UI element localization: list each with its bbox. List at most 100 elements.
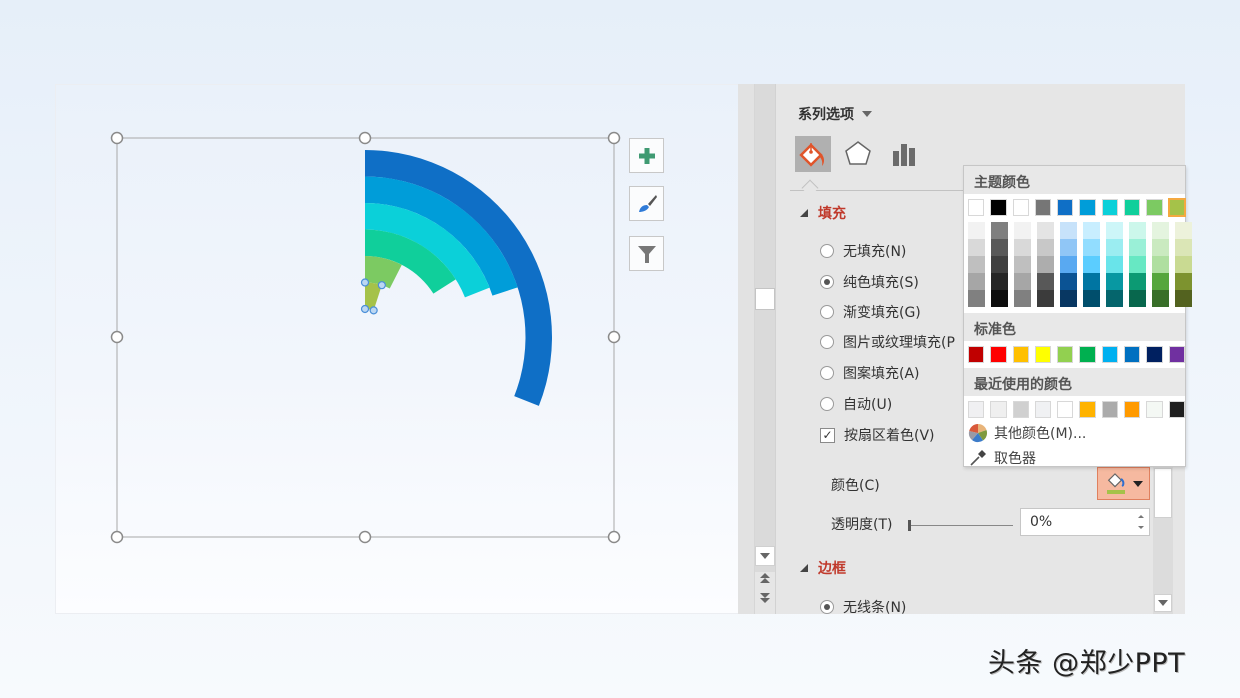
radio-button[interactable] [820, 244, 834, 258]
tint-swatch[interactable] [968, 256, 985, 273]
tint-swatch[interactable] [1037, 290, 1054, 307]
standard-color-swatch[interactable] [1057, 346, 1074, 363]
tint-swatch[interactable] [991, 222, 1008, 239]
tint-swatch[interactable] [1014, 239, 1031, 256]
checkbox-vary-by-slice[interactable]: ✓ 按扇区着色(V) [820, 425, 935, 445]
theme-color-swatch[interactable] [968, 199, 985, 216]
resize-handle[interactable] [110, 530, 124, 544]
tint-swatch[interactable] [1175, 256, 1192, 273]
scroll-thumb[interactable] [755, 288, 775, 310]
tint-swatch[interactable] [1014, 273, 1031, 290]
scroll-down-button[interactable] [1154, 594, 1172, 612]
transparency-slider[interactable] [908, 520, 1013, 532]
theme-color-swatch[interactable] [1101, 199, 1119, 216]
radio-picture-fill[interactable]: 图片或纹理填充(P [820, 332, 955, 352]
recent-color-swatch[interactable] [1168, 401, 1185, 418]
tint-swatch[interactable] [991, 273, 1008, 290]
border-section-toggle[interactable]: 边框 [800, 558, 846, 578]
theme-color-swatch[interactable] [1146, 199, 1163, 216]
resize-handle[interactable] [607, 530, 621, 544]
tint-swatch[interactable] [1037, 273, 1054, 290]
theme-color-swatch[interactable] [1034, 199, 1052, 216]
tint-swatch[interactable] [1175, 290, 1192, 307]
radio-automatic[interactable]: 自动(U) [820, 394, 892, 414]
tint-swatch[interactable] [1060, 239, 1077, 256]
chart-styles-button[interactable] [629, 186, 664, 221]
resize-handle[interactable] [607, 330, 621, 344]
tint-swatch[interactable] [968, 222, 985, 239]
data-point-handle[interactable] [369, 306, 378, 315]
radio-gradient-fill[interactable]: 渐变填充(G) [820, 302, 921, 322]
tint-swatch[interactable] [968, 239, 985, 256]
data-point-handle[interactable] [377, 281, 386, 290]
checkbox[interactable]: ✓ [820, 427, 835, 443]
tint-swatch[interactable] [1175, 222, 1192, 239]
next-slide-button[interactable] [755, 590, 775, 606]
tint-swatch[interactable] [1106, 290, 1123, 307]
tint-swatch[interactable] [1083, 290, 1100, 307]
tint-swatch[interactable] [1106, 239, 1123, 256]
tint-swatch[interactable] [1060, 290, 1077, 307]
recent-color-swatch[interactable] [1124, 401, 1141, 418]
fill-color-button[interactable] [1097, 467, 1150, 500]
tint-swatch[interactable] [1014, 222, 1031, 239]
resize-handle[interactable] [110, 330, 124, 344]
tint-swatch[interactable] [1129, 273, 1146, 290]
tint-swatch[interactable] [1060, 222, 1077, 239]
recent-color-swatch[interactable] [1034, 401, 1052, 418]
standard-color-swatch[interactable] [1012, 346, 1029, 363]
tint-swatch[interactable] [1060, 273, 1077, 290]
recent-color-swatch[interactable] [1079, 401, 1096, 418]
tint-swatch[interactable] [1129, 256, 1146, 273]
tint-swatch[interactable] [968, 290, 985, 307]
tint-swatch[interactable] [968, 273, 985, 290]
radio-button[interactable] [820, 366, 834, 380]
tint-swatch[interactable] [991, 239, 1008, 256]
standard-color-swatch[interactable] [1101, 346, 1119, 363]
recent-color-swatch[interactable] [1146, 401, 1163, 418]
tab-fill-line[interactable] [795, 136, 831, 172]
radio-button[interactable] [820, 305, 834, 319]
tint-swatch[interactable] [1014, 256, 1031, 273]
spinner-arrows-icon[interactable] [1137, 512, 1145, 532]
theme-color-swatch[interactable] [1167, 198, 1186, 217]
tint-swatch[interactable] [1152, 239, 1169, 256]
theme-color-swatch[interactable] [1012, 199, 1029, 216]
tint-swatch[interactable] [991, 256, 1008, 273]
tint-swatch[interactable] [1152, 273, 1169, 290]
standard-color-swatch[interactable] [1168, 346, 1185, 363]
series-options-dropdown[interactable]: 系列选项 [798, 104, 872, 124]
radio-solid-fill[interactable]: 纯色填充(S) [820, 272, 919, 292]
tint-swatch[interactable] [1175, 239, 1192, 256]
slide-scrollbar[interactable] [755, 84, 775, 614]
resize-handle[interactable] [110, 131, 124, 145]
slider-thumb[interactable] [908, 520, 911, 531]
more-colors-menu-item[interactable]: 其他颜色(M)... [964, 420, 1185, 445]
radio-button[interactable] [820, 397, 834, 411]
tint-swatch[interactable] [1152, 290, 1169, 307]
radio-no-fill[interactable]: 无填充(N) [820, 241, 906, 261]
tint-swatch[interactable] [1083, 222, 1100, 239]
radio-button[interactable] [820, 600, 834, 614]
theme-color-swatch[interactable] [1057, 199, 1074, 216]
standard-color-swatch[interactable] [1124, 346, 1141, 363]
recent-color-swatch[interactable] [1012, 401, 1029, 418]
standard-color-swatch[interactable] [1034, 346, 1052, 363]
tint-swatch[interactable] [1060, 256, 1077, 273]
tint-swatch[interactable] [1083, 256, 1100, 273]
tint-swatch[interactable] [1083, 239, 1100, 256]
recent-color-swatch[interactable] [1101, 401, 1119, 418]
tint-swatch[interactable] [1129, 290, 1146, 307]
recent-color-swatch[interactable] [990, 401, 1007, 418]
tint-swatch[interactable] [1083, 273, 1100, 290]
theme-color-swatch[interactable] [1124, 199, 1141, 216]
data-point-handle[interactable] [360, 304, 370, 314]
scroll-track[interactable] [755, 84, 775, 572]
tint-swatch[interactable] [1129, 222, 1146, 239]
tint-swatch[interactable] [1037, 256, 1054, 273]
tab-effects[interactable] [840, 136, 876, 172]
standard-color-swatch[interactable] [990, 346, 1007, 363]
radio-button[interactable] [820, 275, 834, 289]
tint-swatch[interactable] [1106, 273, 1123, 290]
resize-handle[interactable] [358, 530, 372, 544]
